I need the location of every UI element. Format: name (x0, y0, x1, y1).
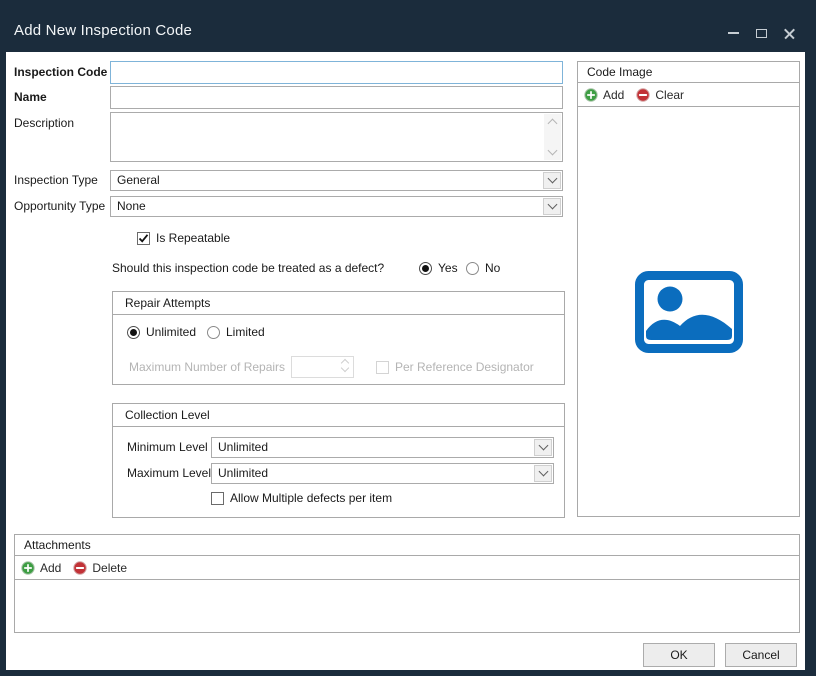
max-repairs-spinner (291, 356, 354, 378)
is-repeatable-checkbox[interactable]: Is Repeatable (137, 231, 230, 245)
name-input[interactable] (110, 86, 563, 109)
attachments-panel: Attachments Add Delete (14, 534, 800, 633)
code-image-add-label: Add (603, 88, 624, 102)
minimize-icon (728, 32, 739, 34)
close-button[interactable] (782, 26, 796, 40)
description-scrollbar[interactable] (544, 114, 561, 160)
opportunity-type-label: Opportunity Type (14, 196, 105, 217)
close-icon (784, 28, 795, 39)
dialog-content: Inspection Code Name Description Inspect… (6, 52, 805, 670)
name-label: Name (14, 86, 47, 109)
repair-limited-radio[interactable]: Limited (207, 325, 265, 339)
maximum-level-value: Unlimited (218, 464, 268, 483)
maximum-level-label: Maximum Level (127, 463, 211, 484)
minimum-level-select[interactable]: Unlimited (211, 437, 554, 458)
radio-selected-icon (127, 326, 140, 339)
chevron-down-icon (547, 200, 557, 210)
maximum-level-select[interactable]: Unlimited (211, 463, 554, 484)
inspection-type-select[interactable]: General (110, 170, 563, 191)
allow-multiple-defects-label: Allow Multiple defects per item (230, 491, 392, 505)
chevron-down-icon (547, 174, 557, 184)
description-input[interactable] (110, 112, 563, 162)
maximum-level-dropdown-button[interactable] (534, 465, 552, 482)
radio-unselected-icon (466, 262, 479, 275)
radio-selected-icon (419, 262, 432, 275)
title-bar[interactable]: Add New Inspection Code (0, 0, 816, 52)
code-image-add-button[interactable]: Add (584, 88, 624, 102)
attachments-title: Attachments (15, 535, 799, 556)
minimum-level-label: Minimum Level (127, 437, 208, 458)
allow-multiple-defects-checkbox[interactable]: Allow Multiple defects per item (211, 491, 392, 505)
attachments-add-label: Add (40, 561, 61, 575)
inspection-type-label: Inspection Type (14, 170, 98, 191)
chevron-down-icon (538, 441, 548, 451)
checkbox-unchecked-icon (211, 492, 224, 505)
code-image-toolbar: Add Clear (578, 83, 799, 107)
defect-yes-radio[interactable]: Yes (419, 261, 458, 275)
collection-level-group: Collection Level Minimum Level Unlimited… (112, 403, 565, 518)
chevron-down-icon (538, 467, 548, 477)
inspection-type-value: General (117, 171, 160, 190)
repair-limited-label: Limited (226, 325, 265, 339)
code-image-clear-label: Clear (655, 88, 684, 102)
inspection-type-dropdown-button[interactable] (543, 172, 561, 189)
repair-attempts-title: Repair Attempts (113, 292, 564, 315)
spinner-updown-icon (342, 360, 348, 371)
repair-attempts-group: Repair Attempts Unlimited Limited Maximu… (112, 291, 565, 385)
defect-yes-label: Yes (438, 261, 458, 275)
repair-unlimited-label: Unlimited (146, 325, 196, 339)
ok-button[interactable]: OK (643, 643, 715, 667)
dialog-title: Add New Inspection Code (14, 22, 192, 39)
is-repeatable-label: Is Repeatable (156, 231, 230, 245)
scroll-down-icon[interactable] (548, 146, 558, 156)
cancel-button[interactable]: Cancel (725, 643, 797, 667)
inspection-code-input[interactable] (110, 61, 563, 84)
maximize-button[interactable] (754, 26, 768, 40)
scroll-up-icon[interactable] (548, 119, 558, 129)
opportunity-type-select[interactable]: None (110, 196, 563, 217)
image-placeholder-icon (634, 270, 744, 354)
code-image-title: Code Image (578, 62, 799, 83)
code-image-display-area (578, 108, 799, 516)
add-plus-icon (21, 561, 35, 575)
add-plus-icon (584, 88, 598, 102)
radio-unselected-icon (207, 326, 220, 339)
defect-question-text: Should this inspection code be treated a… (112, 257, 384, 280)
description-label: Description (14, 112, 74, 135)
minimize-button[interactable] (726, 26, 740, 40)
minimum-level-value: Unlimited (218, 438, 268, 457)
inspection-code-label: Inspection Code (14, 61, 107, 84)
defect-no-radio[interactable]: No (466, 261, 500, 275)
checkbox-unchecked-icon (376, 361, 389, 374)
maximize-icon (756, 29, 767, 38)
dialog-window: Add New Inspection Code Inspection Code … (0, 0, 816, 676)
attachments-delete-button[interactable]: Delete (73, 561, 127, 575)
attachments-add-button[interactable]: Add (21, 561, 61, 575)
collection-level-title: Collection Level (113, 404, 564, 427)
repair-unlimited-radio[interactable]: Unlimited (127, 325, 196, 339)
attachments-delete-label: Delete (92, 561, 127, 575)
remove-minus-icon (73, 561, 87, 575)
code-image-panel: Code Image Add Clear (577, 61, 800, 517)
max-repairs-label: Maximum Number of Repairs (129, 356, 285, 378)
defect-no-label: No (485, 261, 500, 275)
attachments-toolbar: Add Delete (15, 556, 799, 580)
per-reference-checkbox: Per Reference Designator (376, 360, 534, 374)
remove-minus-icon (636, 88, 650, 102)
checkbox-checked-icon (137, 232, 150, 245)
opportunity-type-value: None (117, 197, 146, 216)
code-image-clear-button[interactable]: Clear (636, 88, 684, 102)
minimum-level-dropdown-button[interactable] (534, 439, 552, 456)
attachments-list (15, 581, 799, 632)
window-controls (726, 26, 796, 40)
opportunity-type-dropdown-button[interactable] (543, 198, 561, 215)
per-reference-label: Per Reference Designator (395, 360, 534, 374)
